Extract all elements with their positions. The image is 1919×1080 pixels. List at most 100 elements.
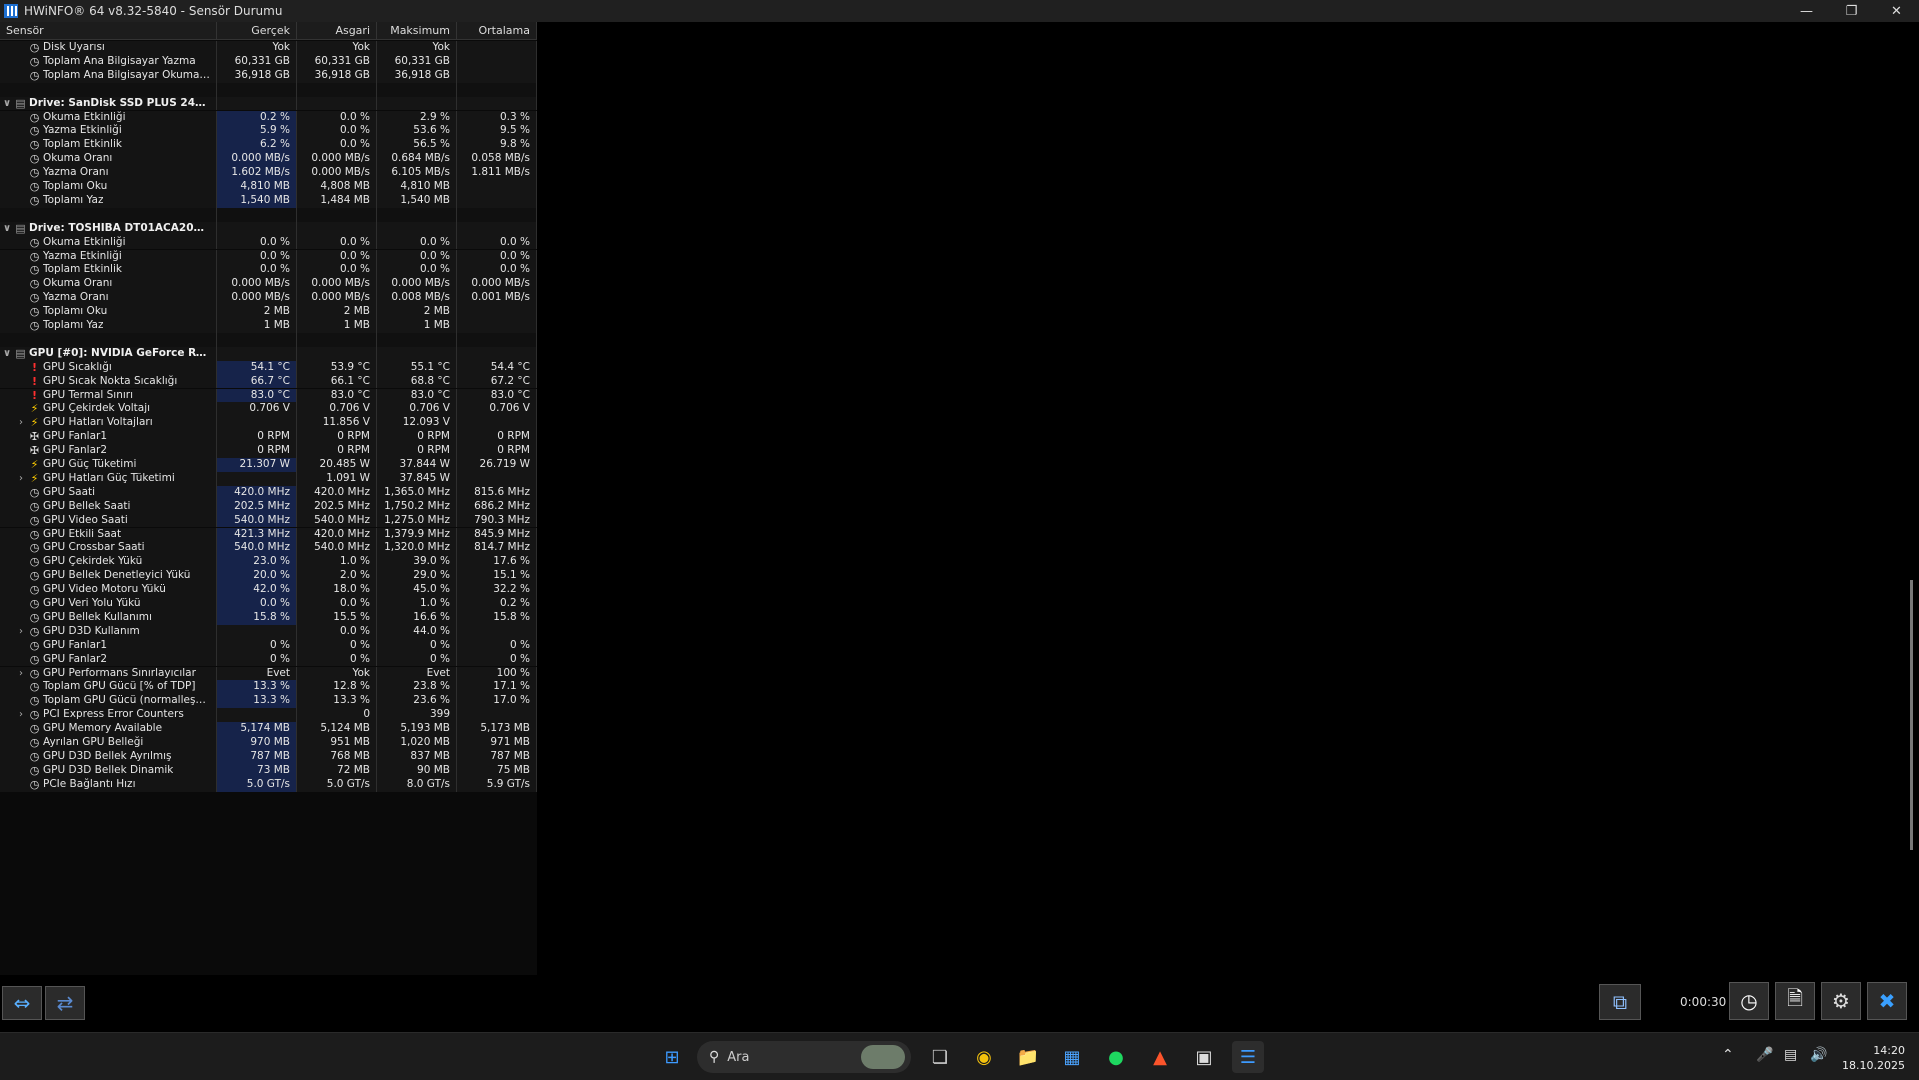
sensor-row[interactable]: ◷ Toplam Etkinlik 6.2 % 0.0 % 56.5 % 9.8 % xyxy=(0,138,537,153)
clock-icon: ◷ xyxy=(29,777,40,791)
sensor-row[interactable]: ◷ GPU Etkili Saat 421.3 MHz 420.0 MHz 1,379.… xyxy=(0,527,537,542)
sensor-row[interactable]: ! GPU Sıcak Nokta Sıcaklığı 66.7 °C 66.1 °C… xyxy=(0,374,537,389)
collapse-chevron-icon[interactable]: ∨ xyxy=(0,222,14,236)
windows-start-icon[interactable]: ⊞ xyxy=(656,1041,688,1073)
sensor-row[interactable]: ◷ Ayrılan GPU Belleği 970 MB 951 MB 1,020 MB… xyxy=(0,736,537,750)
sensor-row[interactable]: › ◷ GPU Performans Sınırlayıcılar Evet Yok Ev… xyxy=(0,666,537,681)
sensor-row[interactable]: › ⚡ GPU Hatları Voltajları 11.856 V 12.093 V xyxy=(0,416,537,431)
sensor-row[interactable]: ◷ Okuma Etkinliği 0.2 % 0.0 % 2.9 % 0.3 % xyxy=(0,110,537,125)
sensor-row[interactable]: ◷ Yazma Etkinliği 0.0 % 0.0 % 0.0 % 0.0 % xyxy=(0,249,537,264)
sensor-row[interactable]: ◷ Okuma Oranı 0.000 MB/s 0.000 MB/s 0.000 MB… xyxy=(0,277,537,292)
column-header-current[interactable]: Gerçek xyxy=(217,22,297,39)
sensor-row[interactable]: ⚡ GPU Çekirdek Voltajı 0.706 V 0.706 V 0.706… xyxy=(0,402,537,417)
value-max: 83.0 °C xyxy=(377,388,457,403)
sensor-row[interactable]: ◷ Toplamı Oku 4,810 MB 4,808 MB 4,810 MB xyxy=(0,180,537,194)
sensor-row[interactable]: ◷ GPU Memory Available 5,174 MB 5,124 MB 5,1… xyxy=(0,722,537,736)
sensor-row[interactable]: ◷Toplam GPU Gücü (normalleştirilm... 13.3… xyxy=(0,694,537,709)
expand-collapse-icon[interactable]: ⇔ xyxy=(2,986,42,1020)
microsoft-store-icon[interactable]: ▦ xyxy=(1056,1041,1088,1073)
column-header-sensor[interactable]: Sensör xyxy=(0,22,217,39)
sensor-row[interactable]: ◷ GPU D3D Bellek Dinamik 73 MB 72 MB 90 MB 75… xyxy=(0,763,537,778)
sensor-row[interactable]: ✠ GPU Fanlar1 0 RPM 0 RPM 0 RPM 0 RPM xyxy=(0,430,537,445)
task-view-icon[interactable]: ❏ xyxy=(924,1041,956,1073)
sensor-row[interactable]: ◷ Toplam GPU Gücü [% of TDP] 13.3 % 12.8 % 2… xyxy=(0,680,537,695)
clock-icon: ◷ xyxy=(29,305,40,319)
collapse-chevron-icon[interactable]: ∨ xyxy=(0,347,14,361)
column-header-min[interactable]: Asgari xyxy=(297,22,377,39)
close-x-icon[interactable]: ✖ xyxy=(1867,982,1907,1020)
network-icon[interactable]: ▤ xyxy=(1784,1047,1797,1063)
sensor-row[interactable]: ◷ Yazma Oranı 0.000 MB/s 0.000 MB/s 0.008 MB… xyxy=(0,291,537,306)
file-explorer-icon[interactable]: 📁 xyxy=(1012,1041,1044,1073)
value-max: 0.008 MB/s xyxy=(377,291,457,306)
value-current: 420.0 MHz xyxy=(217,485,297,500)
sensor-row[interactable]: ◷ Okuma Oranı 0.000 MB/s 0.000 MB/s 0.684 MB… xyxy=(0,152,537,167)
sensor-row[interactable]: ◷ Disk Uyarısı Yok Yok Yok xyxy=(0,41,537,55)
sensor-row[interactable]: › ◷ GPU D3D Kullanım 0.0 % 44.0 % xyxy=(0,624,537,639)
sensor-group-row[interactable]: ∨▤GPU [#0]: NVIDIA GeForce RTX 2060: MSI… xyxy=(0,346,537,361)
microphone-icon[interactable]: 🎤 xyxy=(1756,1047,1773,1063)
sensor-row[interactable]: ◷ GPU Fanlar2 0 % 0 % 0 % 0 % xyxy=(0,652,537,667)
sensor-row[interactable]: ◷ GPU Bellek Kullanımı 15.8 % 15.5 % 16.6 % 1… xyxy=(0,610,537,625)
sensor-row[interactable]: ! GPU Sıcaklığı 54.1 °C 53.9 °C 55.1 °C 54.4 … xyxy=(0,360,537,375)
sensor-row[interactable]: ✠ GPU Fanlar2 0 RPM 0 RPM 0 RPM 0 RPM xyxy=(0,444,537,458)
close-button[interactable]: ✕ xyxy=(1874,0,1919,22)
sensor-row[interactable]: ! GPU Termal Sınırı 83.0 °C 83.0 °C 83.0 °C 8… xyxy=(0,388,537,403)
sensor-row[interactable]: ◷ GPU Fanlar1 0 % 0 % 0 % 0 % xyxy=(0,638,537,653)
chrome-icon[interactable]: ◉ xyxy=(968,1041,1000,1073)
sensor-row[interactable]: ◷ GPU D3D Bellek Ayrılmış 787 MB 768 MB 837 … xyxy=(0,749,537,764)
hwinfo-taskbar-icon[interactable]: ☰ xyxy=(1232,1041,1264,1073)
sensor-row[interactable]: ◷ PCIe Bağlantı Hızı 5.0 GT/s 5.0 GT/s 8.0 G… xyxy=(0,777,537,792)
brave-browser-icon[interactable]: ▲ xyxy=(1144,1041,1176,1073)
expand-chevron-icon[interactable]: › xyxy=(14,416,28,430)
minimize-button[interactable]: — xyxy=(1784,0,1829,22)
system-clock[interactable]: 14:20 18.10.2025 xyxy=(1842,1043,1905,1073)
network-monitor-icon[interactable]: ⧉ xyxy=(1599,984,1641,1020)
value-current: 13.3 % xyxy=(217,694,297,709)
value-avg xyxy=(457,180,537,194)
maximize-button[interactable]: ❐ xyxy=(1829,0,1874,22)
value-min: 12.8 % xyxy=(297,680,377,695)
clock-reset-icon[interactable]: ◷ xyxy=(1729,982,1769,1020)
window-app-icon[interactable]: ▣ xyxy=(1188,1041,1220,1073)
sensor-row[interactable]: ◷ Yazma Oranı 1.602 MB/s 0.000 MB/s 6.105 MB… xyxy=(0,166,537,180)
sensor-group-row[interactable]: ∨▤Drive: TOSHIBA DT01ACA200 (15KXR0ZAS) … xyxy=(0,221,537,236)
expand-chevron-icon[interactable]: › xyxy=(14,472,28,486)
sensor-group-row[interactable]: ∨▤Drive: SanDisk SSD PLUS 240GB (22282H4… xyxy=(0,96,537,111)
sensor-row[interactable]: ◷ GPU Çekirdek Yükü 23.0 % 1.0 % 39.0 % 17.6 … xyxy=(0,555,537,570)
spotify-icon[interactable]: ● xyxy=(1100,1041,1132,1073)
column-header-max[interactable]: Maksimum xyxy=(377,22,457,39)
sensor-row[interactable]: ◷ GPU Crossbar Saati 540.0 MHz 540.0 MHz 1,3… xyxy=(0,541,537,556)
sensor-row[interactable]: › ◷ PCI Express Error Counters 0 399 xyxy=(0,708,537,723)
sensor-row[interactable]: ◷ Okuma Etkinliği 0.0 % 0.0 % 0.0 % 0.0 % xyxy=(0,235,537,250)
column-header-avg[interactable]: Ortalama xyxy=(457,22,537,39)
sensor-row[interactable]: ◷ Toplam Ana Bilgisayar Yazma 60,331 GB 60,… xyxy=(0,54,537,69)
collapse-chevron-icon[interactable]: ∨ xyxy=(0,97,14,111)
expand-chevron-icon[interactable]: › xyxy=(14,625,28,639)
expand-chevron-icon[interactable]: › xyxy=(14,708,28,722)
sensor-row[interactable]: › ⚡ GPU Hatları Güç Tüketimi 1.091 W 37.845 … xyxy=(0,471,537,486)
vertical-scrollbar[interactable] xyxy=(1910,580,1913,850)
sensor-row[interactable]: ⚡ GPU Güç Tüketimi 21.307 W 20.485 W 37.844 … xyxy=(0,458,537,472)
sensor-row[interactable]: ◷ Toplamı Yaz 1 MB 1 MB 1 MB xyxy=(0,319,537,333)
sensor-row[interactable]: ◷ Toplam Ana Bilgisayar Okumaları 36,918 G… xyxy=(0,68,537,83)
settings-gear-icon[interactable]: ⚙ xyxy=(1821,982,1861,1020)
volume-icon[interactable]: 🔊 xyxy=(1810,1047,1827,1063)
sensor-row[interactable]: ◷ GPU Bellek Saati 202.5 MHz 202.5 MHz 1,750… xyxy=(0,499,537,514)
tray-chevron-up-icon[interactable]: ⌃ xyxy=(1722,1047,1734,1063)
sensor-row[interactable]: ◷ Toplamı Oku 2 MB 2 MB 2 MB xyxy=(0,305,537,319)
sensor-row[interactable]: ◷ GPU Video Saati 540.0 MHz 540.0 MHz 1,275.… xyxy=(0,513,537,528)
sensor-row[interactable]: ◷ GPU Video Motoru Yükü 42.0 % 18.0 % 45.0 %… xyxy=(0,583,537,597)
sensor-row[interactable]: ◷ GPU Saati 420.0 MHz 420.0 MHz 1,365.0 MHz 8… xyxy=(0,485,537,500)
collapse-icon[interactable]: ⇄ xyxy=(45,986,85,1020)
expand-chevron-icon[interactable]: › xyxy=(14,667,28,681)
taskbar-search-box[interactable]: ⚲ Ara xyxy=(697,1041,911,1073)
sensor-row[interactable]: ◷ Toplamı Yaz 1,540 MB 1,484 MB 1,540 MB xyxy=(0,193,537,208)
sensor-row[interactable]: ◷ Toplam Etkinlik 0.0 % 0.0 % 0.0 % 0.0 % xyxy=(0,263,537,278)
sensor-row[interactable]: ◷ GPU Veri Yolu Yükü 0.0 % 0.0 % 1.0 % 0.2 % xyxy=(0,597,537,611)
sensor-row[interactable]: ◷ Yazma Etkinliği 5.9 % 0.0 % 53.6 % 9.5 % xyxy=(0,124,537,139)
sensor-row[interactable]: ◷ GPU Bellek Denetleyici Yükü 20.0 % 2.0 % 2… xyxy=(0,569,537,584)
clock-icon: ◷ xyxy=(29,138,40,152)
log-file-icon[interactable]: 🗎 xyxy=(1775,982,1815,1020)
value-min: 0.0 % xyxy=(297,235,377,250)
